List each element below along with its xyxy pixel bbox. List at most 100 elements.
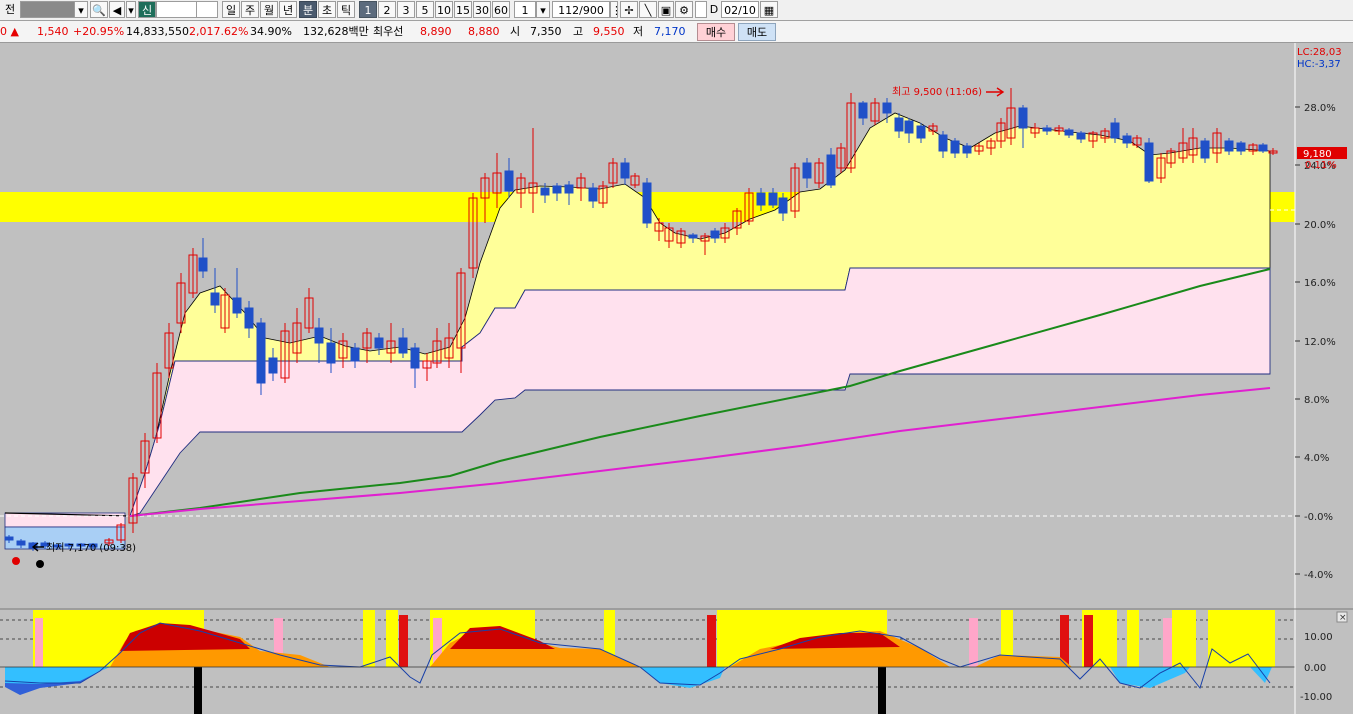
open-price: 7,350 — [530, 25, 562, 38]
d-checkbox[interactable] — [695, 1, 707, 18]
interval-5[interactable]: 5 — [416, 1, 434, 18]
y-tick-label: 28.0% — [1304, 103, 1336, 114]
osc-tick-0: 0.00 — [1304, 663, 1326, 674]
change-amount: 1,540 — [37, 25, 69, 38]
tab-month[interactable]: 월 — [260, 1, 278, 18]
candle-body — [950, 140, 960, 154]
candle-body — [232, 297, 242, 314]
sell-button[interactable]: 매도 — [738, 23, 776, 41]
candle-body — [710, 230, 720, 239]
turnover-rate: 34.90% — [250, 25, 292, 38]
y-tick-label: -0.0% — [1304, 512, 1333, 523]
high-price: 9,550 — [593, 25, 625, 38]
candle-body — [326, 342, 336, 364]
lc-label: LC:28,03 — [1297, 47, 1342, 58]
d-checkbox-label: D — [709, 3, 719, 16]
crosshair-icon[interactable]: ✢ — [620, 1, 638, 18]
candle-body — [1064, 129, 1074, 136]
count-spin-icon[interactable]: ⋮ — [610, 1, 618, 18]
low-annotation: 최저 7,170 (09:38) — [46, 542, 136, 554]
candle-body — [962, 145, 972, 154]
volume: 14,833,550 — [126, 25, 189, 38]
save-icon[interactable]: ▣ — [658, 1, 674, 18]
candle-body — [410, 347, 420, 369]
buy-button[interactable]: 매수 — [697, 23, 735, 41]
change-indicator: 0 ▲ — [0, 25, 19, 38]
signal-block-red — [707, 615, 716, 667]
best-bid: 8,880 — [468, 25, 500, 38]
candle-body — [894, 117, 904, 132]
tab-year[interactable]: 년 — [279, 1, 297, 18]
osc-close-glyph: × — [1339, 613, 1347, 623]
candle-body — [882, 102, 892, 114]
best-ask: 8,890 — [420, 25, 452, 38]
speaker-icon[interactable]: ◀ — [109, 1, 125, 18]
draw-line-icon[interactable]: ╲ — [639, 1, 657, 18]
open-label: 시 — [510, 25, 521, 38]
tab-minute[interactable]: 분 — [299, 1, 317, 18]
trade-amount: 132,628백만 — [303, 25, 369, 38]
interval-select-arrow-icon[interactable]: ▾ — [536, 1, 550, 18]
gear-icon[interactable]: ⚙ — [675, 1, 693, 18]
chart-toolbar: 전 ▾ 🔍 ◀ ▾ 신 일 주 월 년 분 초 틱 1 2 3 5 10 15 … — [0, 0, 1353, 21]
candle-body — [268, 357, 278, 374]
candle-body — [540, 187, 550, 196]
interval-select[interactable]: 1 — [514, 1, 536, 18]
calendar-icon[interactable]: ▦ — [760, 1, 778, 18]
date-field[interactable]: 02/10 — [721, 1, 759, 18]
y-tick-label: 16.0% — [1304, 278, 1336, 289]
candle-body — [564, 184, 574, 194]
candle-body — [350, 347, 360, 362]
candle-body — [588, 187, 598, 202]
candle-body — [16, 540, 26, 546]
osc-tick-10: 10.00 — [1304, 632, 1333, 643]
new-badge-icon[interactable]: 신 — [138, 1, 156, 18]
candle-body — [552, 185, 562, 194]
candle-body — [1110, 122, 1120, 139]
bar-count-display: 112/900 — [552, 1, 610, 18]
oscillator-panel — [0, 608, 1353, 714]
candle-body — [504, 170, 514, 192]
search-icon[interactable]: 🔍 — [90, 1, 108, 18]
signal-block-pink — [969, 618, 978, 667]
candle-body — [904, 120, 914, 134]
candle-body — [1076, 132, 1086, 140]
candle-body — [642, 182, 652, 224]
buy-signal-dot — [12, 557, 20, 565]
interval-3[interactable]: 3 — [397, 1, 415, 18]
signal-block-yellow — [1208, 610, 1275, 667]
osc-tick-neg10: -10.00 — [1300, 692, 1332, 703]
change-rate: +20.95% — [73, 25, 125, 38]
signal-block-pink — [35, 618, 43, 667]
signal-block-red — [399, 615, 408, 667]
y-tick-label: 8.0% — [1304, 395, 1329, 406]
candle-body — [620, 162, 630, 179]
candle-body — [756, 192, 766, 206]
price-basis-label: 전 — [4, 3, 16, 16]
candle-body — [688, 234, 698, 239]
tab-week[interactable]: 주 — [241, 1, 259, 18]
interval-30[interactable]: 30 — [473, 1, 491, 18]
stock-name-extra[interactable] — [196, 1, 218, 18]
interval-1[interactable]: 1 — [359, 1, 377, 18]
candle-body — [916, 125, 926, 139]
interval-15[interactable]: 15 — [454, 1, 472, 18]
volume-rate: 2,017.62% — [189, 25, 249, 38]
candle-body — [1200, 140, 1210, 159]
candle-body — [198, 257, 208, 272]
signal-block-red — [1084, 615, 1093, 667]
interval-2[interactable]: 2 — [378, 1, 396, 18]
price-chart[interactable]: 최고 9,500 (11:06) 최저 7,170 (09:38) LC:28,… — [0, 43, 1353, 714]
tab-day[interactable]: 일 — [222, 1, 240, 18]
candle-body — [244, 307, 254, 329]
candle-body — [826, 154, 836, 186]
interval-10[interactable]: 10 — [435, 1, 453, 18]
code-dropdown-arrow-icon[interactable]: ▾ — [74, 1, 88, 18]
interval-60[interactable]: 60 — [492, 1, 510, 18]
sound-dropdown-icon[interactable]: ▾ — [126, 1, 136, 18]
current-price-change: 0.11% — [1305, 160, 1337, 171]
candle-body — [1018, 107, 1028, 129]
high-annotation: 최고 9,500 (11:06) — [892, 86, 982, 98]
tab-second[interactable]: 초 — [318, 1, 336, 18]
tab-tick[interactable]: 틱 — [337, 1, 355, 18]
